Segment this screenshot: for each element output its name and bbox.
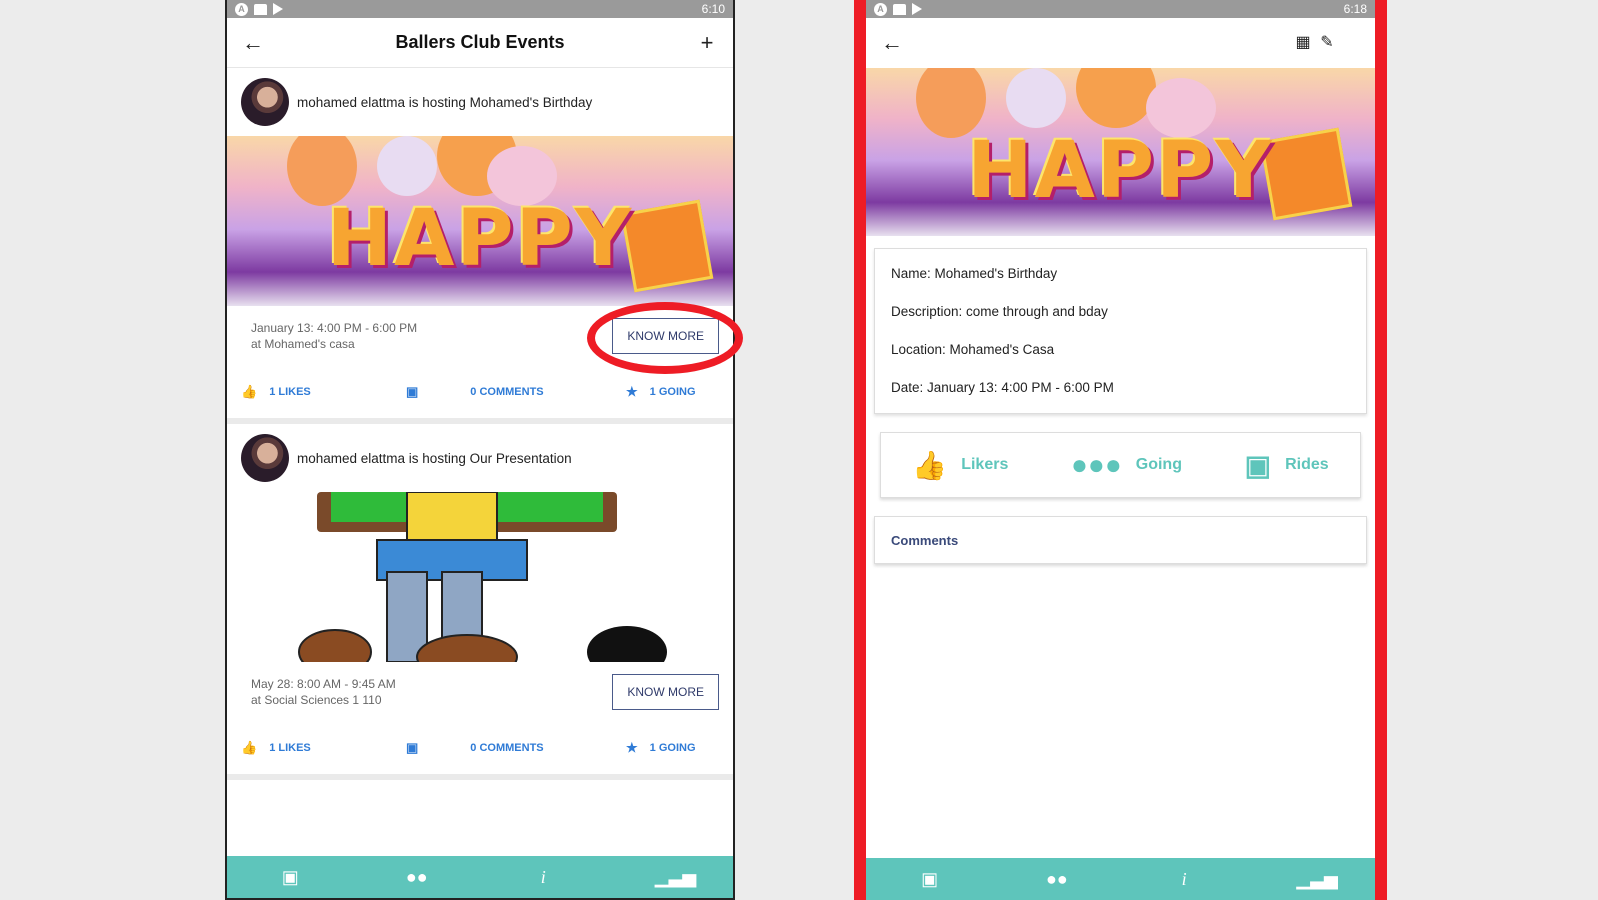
status-time: 6:18 [1343,2,1367,16]
events-list-screen: A 6:10 ← Ballers Club Events + mohamed e… [225,0,735,900]
avatar [241,434,289,482]
event-card-header: mohamed elattma is hosting Our Presentat… [227,424,733,492]
rides-label: Rides [1285,456,1329,473]
know-more-button[interactable]: KNOW MORE [612,674,719,710]
event-card: mohamed elattma is hosting Mohamed's Bir… [227,68,733,424]
event-description: Description: come through and bday [891,304,1108,319]
event-detail-screen: A 6:18 ← ▦ ✎ HAPPY Name: Mohamed's Birth… [854,0,1387,900]
event-banner-image: HAPPY [227,136,733,306]
comments-section[interactable]: Comments [874,516,1367,564]
event-name: Name: Mohamed's Birthday [891,266,1058,281]
going-count: 1 GOING [649,742,696,754]
likes-action[interactable]: 👍 1 LIKES [241,384,406,400]
storage-status-icon [893,3,906,15]
likes-count: 1 LIKES [269,386,311,398]
rides-button[interactable]: ▣ Rides [1245,449,1329,482]
qr-code-icon[interactable]: ▦ [1293,29,1313,57]
back-arrow-icon[interactable]: ← [878,29,906,57]
know-more-button[interactable]: KNOW MORE [612,318,719,354]
chat-icon[interactable]: ●● [402,867,432,888]
event-details-box: Name: Mohamed's Birthday Description: co… [874,248,1367,414]
event-date: Date: January 13: 4:00 PM - 6:00 PM [891,380,1114,395]
info-icon[interactable]: i [528,867,558,888]
likers-label: Likers [961,456,1009,473]
event-stats-row: 👍 Likers ●●● Going ▣ Rides [880,432,1361,498]
event-banner-image: HAPPY [866,68,1375,236]
event-card-header: mohamed elattma is hosting Mohamed's Bir… [227,68,733,136]
event-date-block: May 28: 8:00 AM - 9:45 AM at Social Scie… [251,676,396,708]
star-icon: ★ [626,740,638,755]
play-status-icon [273,3,283,15]
storage-status-icon [254,3,267,15]
event-date: January 13: 4:00 PM - 6:00 PM [251,321,418,335]
comments-action[interactable]: ▣ 0 COMMENTS [406,740,626,756]
event-info: January 13: 4:00 PM - 6:00 PM at Mohamed… [227,306,733,362]
stats-icon[interactable]: ▁▃▅ [655,867,697,888]
banner-happy-text: HAPPY [967,126,1274,216]
android-status-icon: A [874,2,887,16]
thumbs-up-icon: 👍 [912,449,948,481]
going-action[interactable]: ★ 1 GOING [626,740,696,756]
event-location: at Social Sciences 1 110 [251,693,382,707]
comment-icon: ▣ [406,740,419,755]
status-time: 6:10 [701,2,725,16]
going-action[interactable]: ★ 1 GOING [626,384,696,400]
likes-count: 1 LIKES [269,742,311,754]
thumbs-up-icon: 👍 [241,740,258,755]
chat-icon[interactable]: ●● [1042,869,1072,890]
avatar [241,78,289,126]
presentation-illustration [298,492,667,662]
event-actions: 👍 1 LIKES ▣ 0 COMMENTS ★ 1 GOING [227,362,733,418]
event-location: Location: Mohamed's Casa [891,342,1055,357]
likes-action[interactable]: 👍 1 LIKES [241,740,406,756]
thumbs-up-icon: 👍 [241,384,258,399]
app-bar: ← ▦ ✎ [866,18,1375,68]
comments-action[interactable]: ▣ 0 COMMENTS [406,384,626,400]
event-actions: 👍 1 LIKES ▣ 0 COMMENTS ★ 1 GOING [227,718,733,774]
event-host-text: mohamed elattma is hosting Mohamed's Bir… [297,94,593,110]
star-icon: ★ [626,384,638,399]
status-bar: A 6:18 [866,0,1375,18]
app-bar: ← Ballers Club Events + [227,18,733,68]
event-card: mohamed elattma is hosting Our Presentat… [227,424,733,780]
event-banner-image [227,492,733,662]
comments-count: 0 COMMENTS [470,386,544,398]
android-status-icon: A [235,2,248,16]
comments-label: Comments [891,532,959,548]
likers-button[interactable]: 👍 Likers [912,449,1008,482]
calendar-icon[interactable]: ▣ [275,867,305,888]
car-icon: ▣ [1244,449,1272,481]
group-icon: ●●● [1071,449,1122,480]
banner-happy-text: HAPPY [326,194,634,284]
bottom-nav: ▣ ●● i ▁▃▅ [866,858,1375,900]
event-info: May 28: 8:00 AM - 9:45 AM at Social Scie… [227,662,733,718]
event-date: May 28: 8:00 AM - 9:45 AM [251,677,396,691]
bottom-nav: ▣ ●● i ▁▃▅ [227,856,733,898]
going-count: 1 GOING [649,386,696,398]
comment-icon: ▣ [406,384,419,399]
event-location: at Mohamed's casa [251,337,355,351]
comments-count: 0 COMMENTS [470,742,544,754]
calendar-icon[interactable]: ▣ [915,869,945,890]
event-date-block: January 13: 4:00 PM - 6:00 PM at Mohamed… [251,320,417,352]
going-label: Going [1135,456,1182,473]
info-icon[interactable]: i [1169,869,1199,890]
stats-icon[interactable]: ▁▃▅ [1296,869,1338,890]
event-host-text: mohamed elattma is hosting Our Presentat… [297,450,572,466]
back-arrow-icon[interactable]: ← [239,29,267,57]
play-status-icon [912,3,922,15]
page-title: Ballers Club Events [395,32,565,52]
status-bar: A 6:10 [227,0,733,18]
edit-pencil-icon[interactable]: ✎ [1317,29,1337,57]
add-event-icon[interactable]: + [693,29,721,57]
going-button[interactable]: ●●● Going [1071,449,1182,481]
